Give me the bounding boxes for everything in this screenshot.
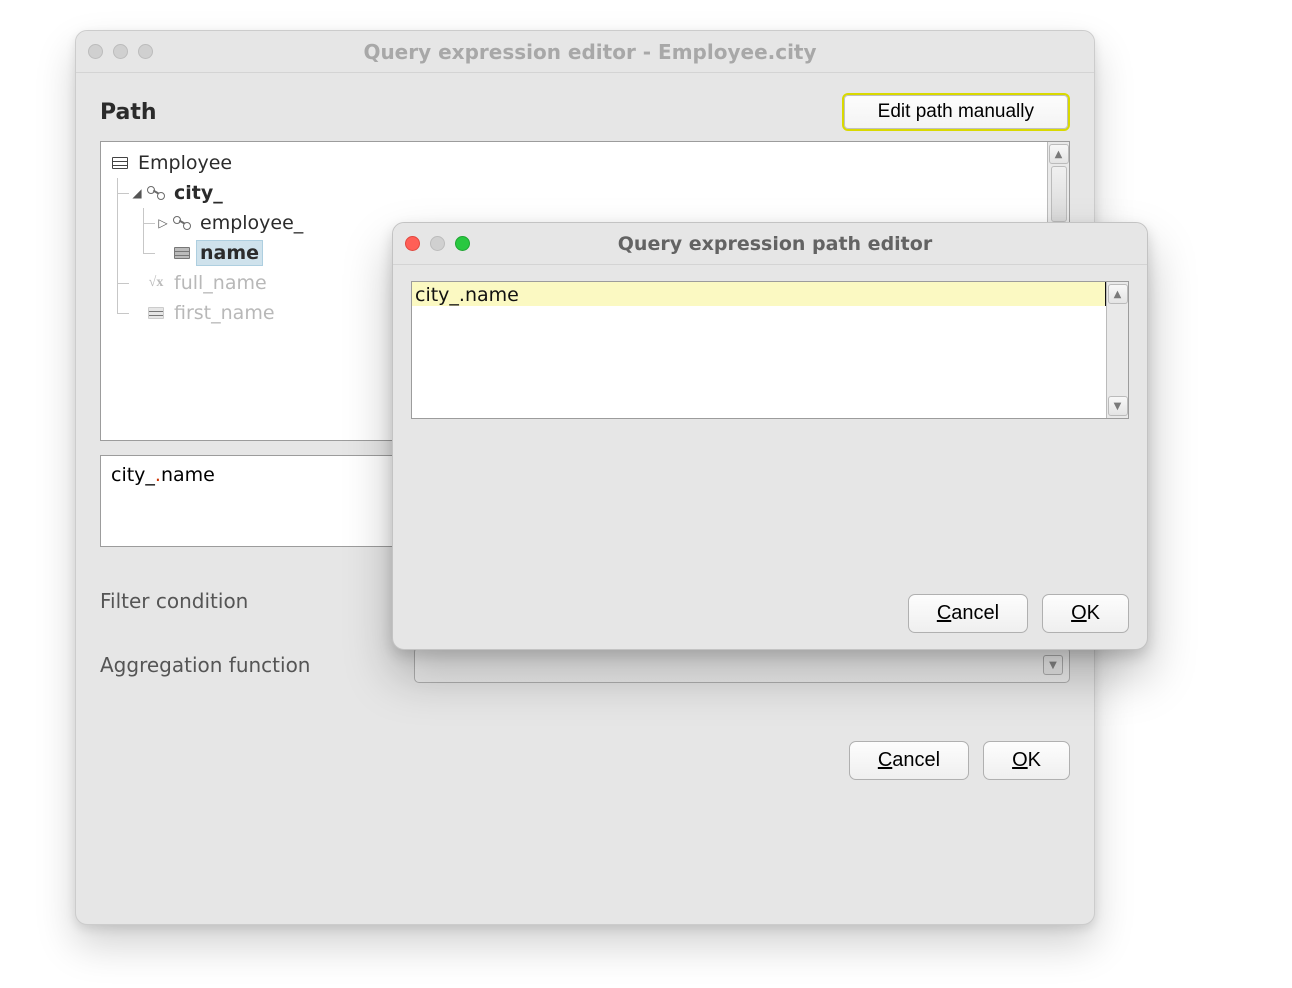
table-icon: [109, 154, 131, 172]
close-icon[interactable]: [88, 44, 103, 59]
tree-row-city[interactable]: ◢ city_: [105, 178, 1043, 208]
formula-icon: √x: [145, 274, 167, 292]
modal-button-row: CCancelancel OOKK: [411, 594, 1129, 633]
tree-guide: [131, 208, 157, 238]
edit-path-manually-button[interactable]: Edit path manually: [842, 93, 1070, 131]
relation-icon: [145, 184, 167, 202]
window-title: Query expression editor - Employee.city: [153, 40, 1027, 64]
ok-button[interactable]: OOKK: [1042, 594, 1129, 633]
path-editor-window: Query expression path editor ▲ ▼ CCancel…: [392, 222, 1148, 650]
filter-condition-label: Filter condition: [100, 589, 400, 613]
path-label: Path: [100, 100, 157, 125]
aggregation-row: Aggregation function ▼: [100, 647, 1070, 683]
tree-node-label: name: [197, 241, 262, 265]
editor-scrollbar[interactable]: ▲ ▼: [1106, 282, 1128, 418]
column-icon: [145, 304, 167, 322]
scroll-thumb[interactable]: [1051, 166, 1067, 222]
path-editor-box: ▲ ▼: [411, 281, 1129, 419]
modal-titlebar[interactable]: Query expression path editor: [393, 223, 1147, 265]
cancel-button[interactable]: CCancelancel: [849, 741, 969, 780]
ok-button[interactable]: OOKK: [983, 741, 1070, 780]
aggregation-label: Aggregation function: [100, 653, 400, 677]
expression-text-suffix: name: [161, 464, 215, 486]
traffic-lights: [405, 236, 470, 251]
close-icon[interactable]: [405, 236, 420, 251]
tree-node-label: Employee: [135, 151, 235, 175]
scroll-up-icon[interactable]: ▲: [1108, 284, 1128, 304]
tree-node-label: full_name: [171, 271, 270, 295]
expression-text-prefix: city_: [111, 464, 155, 486]
path-header: Path Edit path manually: [100, 93, 1070, 131]
traffic-lights: [88, 44, 153, 59]
minimize-icon[interactable]: [430, 236, 445, 251]
path-input[interactable]: [412, 282, 1106, 306]
modal-body: ▲ ▼ CCancelancel OOKK: [393, 265, 1147, 649]
tree-node-label: city_: [171, 181, 226, 205]
cancel-button[interactable]: CCancelancel: [908, 594, 1028, 633]
relation-icon: [171, 214, 193, 232]
tree-node-label: first_name: [171, 301, 278, 325]
zoom-icon[interactable]: [138, 44, 153, 59]
modal-title: Query expression path editor: [470, 233, 1080, 255]
main-titlebar[interactable]: Query expression editor - Employee.city: [76, 31, 1094, 73]
aggregation-select[interactable]: ▼: [414, 647, 1070, 683]
scroll-down-icon[interactable]: ▼: [1108, 396, 1128, 416]
expand-toggle-icon[interactable]: ▷: [157, 216, 171, 230]
main-button-row: CCancelancel OOKK: [100, 741, 1070, 780]
path-editor-text-area[interactable]: [412, 282, 1106, 418]
tree-node-label: employee_: [197, 211, 306, 235]
scroll-up-icon[interactable]: ▲: [1049, 144, 1069, 164]
tree-guide: [105, 298, 131, 328]
column-icon: [171, 244, 193, 262]
tree-guide: [105, 178, 131, 208]
tree-guide: [105, 268, 131, 298]
tree-row-employee[interactable]: Employee: [105, 148, 1043, 178]
tree-guide: [131, 238, 157, 268]
tree-guide: [105, 208, 131, 238]
chevron-down-icon: ▼: [1043, 655, 1063, 675]
zoom-icon[interactable]: [455, 236, 470, 251]
expand-toggle-icon[interactable]: ◢: [131, 186, 145, 200]
tree-guide: [105, 238, 131, 268]
minimize-icon[interactable]: [113, 44, 128, 59]
